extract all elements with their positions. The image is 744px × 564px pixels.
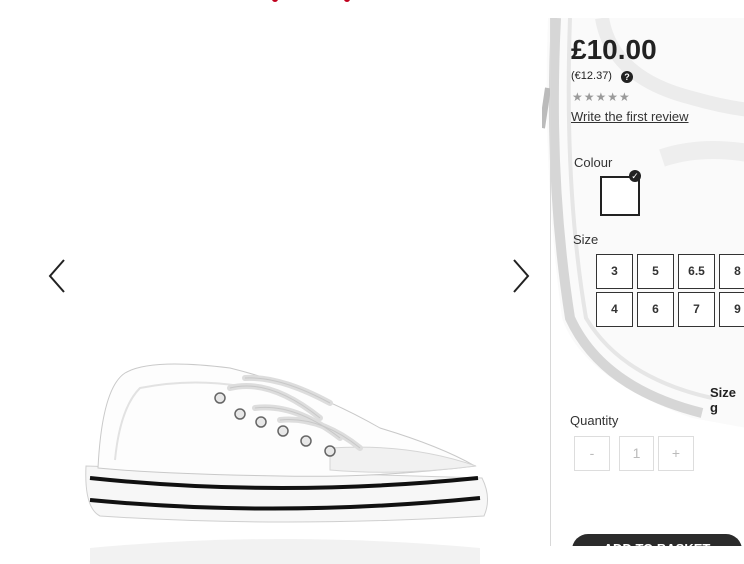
size-option-4[interactable]: 4 xyxy=(596,292,633,327)
add-to-basket-button[interactable]: ADD TO BASKET xyxy=(572,534,742,546)
size-label: Size xyxy=(573,232,599,247)
product-image-gallery xyxy=(0,18,542,564)
size-guide-link[interactable]: Size g xyxy=(710,385,744,415)
colour-label: Colour xyxy=(574,155,613,170)
size-option-6-5[interactable]: 6.5 xyxy=(678,254,715,289)
quantity-increase-button[interactable]: + xyxy=(658,436,694,471)
quantity-input[interactable]: 1 xyxy=(619,436,654,471)
chevron-left-icon[interactable] xyxy=(42,258,72,294)
page-title-fragment xyxy=(270,0,390,4)
product-price-euro: (€12.37) xyxy=(571,70,612,82)
product-image-sneaker xyxy=(85,363,488,564)
size-option-6[interactable]: 6 xyxy=(637,292,674,327)
size-option-5[interactable]: 5 xyxy=(637,254,674,289)
panel-divider xyxy=(550,18,551,546)
colour-swatch-white[interactable] xyxy=(600,176,640,216)
product-price: £10.00 xyxy=(571,34,657,65)
quantity-decrease-button[interactable]: - xyxy=(574,436,610,471)
size-option-9[interactable]: 9 xyxy=(719,292,744,327)
size-option-8[interactable]: 8 xyxy=(719,254,744,289)
check-icon: ✓ xyxy=(629,170,641,182)
quantity-label: Quantity xyxy=(570,413,619,428)
size-option-7[interactable]: 7 xyxy=(678,292,715,327)
rating-stars: ★★★★★ xyxy=(572,90,631,104)
chevron-right-icon[interactable] xyxy=(506,258,536,294)
write-review-link[interactable]: Write the first review xyxy=(571,109,689,124)
size-option-3[interactable]: 3 xyxy=(596,254,633,289)
product-details-panel: £10.00 (€12.37) ? ★★★★★ Write the first … xyxy=(542,18,744,546)
help-icon[interactable]: ? xyxy=(621,71,633,83)
